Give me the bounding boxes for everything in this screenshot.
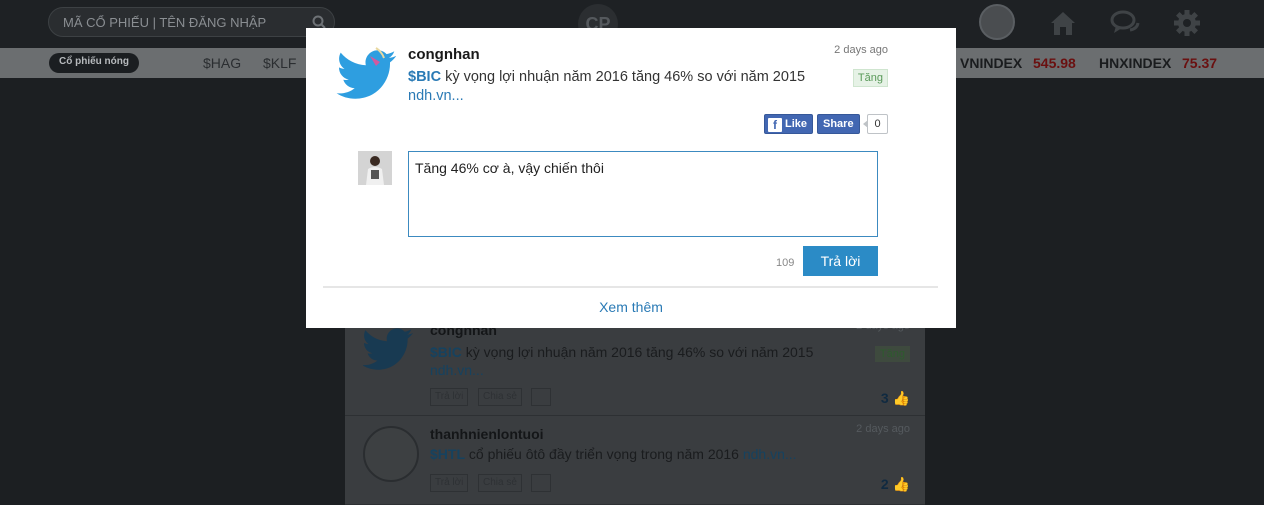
chevron-down-icon[interactable]	[531, 388, 551, 406]
see-more-link[interactable]: Xem thêm	[306, 299, 956, 315]
avatar	[363, 426, 419, 482]
modal-time: 2 days ago	[834, 44, 888, 56]
modal-link[interactable]: ndh.vn...	[408, 88, 464, 104]
feed-symbol[interactable]: $BIC	[430, 344, 462, 360]
vnindex-label: VNINDEX	[960, 55, 1023, 71]
feed-text: kỳ vọng lợi nhuận năm 2016 tăng 46% so v…	[461, 344, 814, 360]
facebook-like-button[interactable]: f Like	[764, 114, 814, 134]
gear-icon[interactable]	[1172, 8, 1202, 38]
reply-submit-button[interactable]: Trả lời	[803, 246, 878, 276]
chevron-down-icon[interactable]	[531, 474, 551, 492]
reply-modal: congnhan 2 days ago $BIC kỳ vọng lợi nhu…	[306, 28, 956, 328]
divider	[323, 286, 938, 288]
feed-time: 2 days ago	[856, 423, 910, 435]
ticker-link[interactable]: $HAG	[203, 55, 241, 71]
twitter-bird-icon	[336, 47, 397, 99]
modal-symbol[interactable]: $BIC	[408, 69, 441, 85]
facebook-share-button[interactable]: Share	[817, 114, 860, 134]
chat-icon[interactable]	[1110, 8, 1140, 38]
hnxindex-value: 75.37	[1182, 55, 1218, 71]
feed-message: $HTL cổ phiếu ôtô đầy triển vọng trong n…	[430, 446, 797, 462]
feed-reply-button[interactable]: Trả lời	[430, 474, 469, 492]
feed-like-count[interactable]: 3 👍	[881, 390, 910, 407]
feed-username[interactable]: thanhnienlontuoi	[430, 426, 544, 442]
feed-like-count[interactable]: 2 👍	[881, 476, 910, 493]
feed-link[interactable]: ndh.vn...	[430, 362, 484, 378]
user-photo-icon	[358, 151, 392, 185]
feed-share-button[interactable]: Chia sẻ	[478, 388, 522, 406]
feed-message: $BIC kỳ vọng lợi nhuận năm 2016 tăng 46%…	[430, 344, 813, 360]
current-user-avatar	[358, 151, 392, 185]
modal-message: $BIC kỳ vọng lợi nhuận năm 2016 tăng 46%…	[408, 68, 848, 106]
search-input[interactable]: MÃ CỔ PHIẾU | TÊN ĐĂNG NHẬP	[48, 7, 335, 37]
twitter-bird-icon	[363, 328, 413, 370]
facebook-share-count: 0	[863, 114, 888, 134]
vnindex-value: 545.98	[1033, 55, 1076, 71]
modal-username[interactable]: congnhan	[408, 46, 480, 63]
feed-text: cổ phiếu ôtô đầy triển vọng trong năm 20…	[465, 446, 743, 462]
search-placeholder: MÃ CỔ PHIẾU | TÊN ĐĂNG NHẬP	[63, 15, 267, 30]
facebook-like-label: Like	[785, 118, 808, 130]
like-count: 3	[880, 390, 889, 406]
feed-item: thanhnienlontuoi 2 days ago $HTL cổ phiế…	[345, 416, 925, 505]
facebook-icon: f	[768, 118, 782, 132]
feed-link[interactable]: ndh.vn...	[743, 446, 797, 462]
ticker-link[interactable]: $KLF	[263, 55, 296, 71]
hot-stocks-badge[interactable]: Cổ phiếu nóng	[49, 53, 139, 73]
reply-textarea[interactable]: Tăng 46% cơ à, vậy chiến thôi	[408, 151, 878, 237]
thumbs-up-icon: 👍	[892, 476, 910, 492]
thumbs-up-icon: 👍	[892, 390, 910, 406]
feed-symbol[interactable]: $HTL	[430, 446, 465, 462]
character-counter: 109	[776, 257, 795, 269]
modal-sentiment-tag: Tăng	[852, 69, 888, 87]
modal-text: kỳ vọng lợi nhuận năm 2016 tăng 46% so v…	[441, 69, 806, 85]
like-count: 2	[880, 476, 889, 492]
feed-share-button[interactable]: Chia sẻ	[478, 474, 522, 492]
feed-reply-button[interactable]: Trả lời	[430, 388, 469, 406]
search-icon[interactable]	[312, 15, 326, 29]
home-icon[interactable]	[1048, 8, 1078, 38]
hnxindex-label: HNXINDEX	[1099, 55, 1172, 71]
user-avatar[interactable]	[979, 4, 1015, 40]
feed-sentiment-tag: Tăng	[874, 346, 910, 362]
